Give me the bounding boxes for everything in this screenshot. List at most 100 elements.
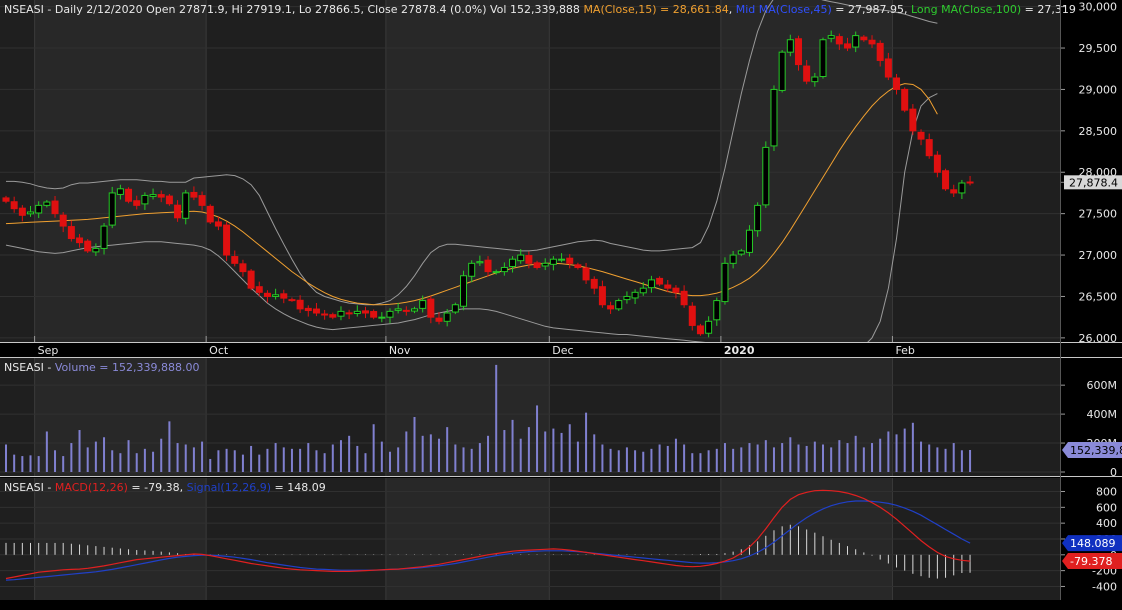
candle-body (214, 221, 222, 227)
volume-bar (960, 450, 963, 472)
candle-body (100, 225, 108, 249)
candle-body (623, 295, 631, 301)
volume-bar (511, 419, 514, 472)
candle-body (615, 300, 623, 310)
volume-bar (830, 447, 833, 472)
volume-bar (405, 431, 408, 472)
price-tick-label: 27,500 (1079, 208, 1118, 221)
month-label: Sep (38, 344, 59, 357)
volume-bar (429, 434, 432, 472)
volume-bar (732, 448, 735, 472)
volume-bar (299, 448, 302, 472)
volume-symbol: NSEASI (4, 361, 44, 374)
volume-bar (585, 412, 588, 472)
candle-body (263, 292, 271, 297)
candle-body (353, 310, 361, 315)
volume-bar (707, 450, 710, 472)
volume-last-label: 152,339,8 (1070, 444, 1122, 457)
candle-body (182, 192, 190, 219)
month-band (385, 358, 550, 476)
candle-body (607, 305, 615, 310)
candle-body (541, 262, 549, 267)
header-close: 27878.4 (401, 3, 447, 16)
candle-body (811, 76, 819, 83)
candle-body (705, 320, 713, 334)
volume-bar (184, 444, 187, 472)
volume-bar (176, 443, 179, 472)
macd-tick-label: 400 (1096, 517, 1117, 530)
candle-body (525, 255, 533, 264)
volume-bar (86, 447, 89, 472)
volume-bar (503, 430, 506, 472)
candle-body (2, 197, 10, 202)
volume-bar (45, 431, 48, 472)
macd-last-label: -79.378 (1070, 555, 1112, 568)
candle-body (778, 51, 786, 91)
candle-body (370, 311, 378, 318)
volume-bar (152, 451, 155, 472)
volume-bar (127, 440, 130, 472)
volume-bar (544, 431, 547, 472)
volume-bar (478, 443, 481, 472)
candle-body (190, 191, 198, 198)
volume-bar (266, 448, 269, 472)
candle-body (27, 211, 35, 215)
volume-bar (527, 427, 530, 472)
volume-bar (454, 444, 457, 472)
candle-body (321, 313, 329, 316)
candle-body (337, 310, 345, 317)
candle-body (394, 308, 402, 311)
candle-body (174, 204, 182, 219)
volume-bar (13, 454, 16, 472)
volume-bar (797, 444, 800, 472)
volume-bar (936, 447, 939, 472)
volume-bar (201, 441, 204, 472)
volume-bar (846, 443, 849, 472)
volume-bar (356, 445, 359, 472)
volume-bar (70, 443, 73, 472)
volume-bar (617, 450, 620, 472)
candle-body (419, 300, 427, 309)
candle-body (116, 188, 124, 195)
volume-bar (274, 443, 277, 472)
candle-body (468, 262, 476, 277)
volume-bar (421, 435, 424, 472)
candle-body (247, 270, 255, 289)
candle-body (803, 65, 811, 82)
volume-bar (683, 444, 686, 472)
header-mid-ma-label: Mid MA(Close,45) (736, 3, 832, 16)
candle-body (133, 200, 141, 206)
candle-body (819, 39, 827, 78)
volume-bar (895, 434, 898, 472)
price-tick-label: 27,000 (1079, 249, 1118, 262)
candle-body (844, 43, 852, 49)
candle-body (893, 77, 901, 90)
candle-body (492, 271, 500, 274)
candle-body (598, 286, 606, 306)
header-ma-label: MA(Close,15) (583, 3, 656, 16)
candle-body (10, 201, 18, 210)
volume-bar (380, 441, 383, 472)
candle-body (549, 258, 557, 265)
candle-body (92, 247, 100, 253)
candle-body (786, 39, 794, 53)
candle-body (51, 200, 59, 215)
macd-label: MACD(12,26) (55, 481, 128, 494)
volume-bar (634, 450, 637, 472)
volume-bar (658, 444, 661, 472)
macd-value: -79.38 (144, 481, 179, 494)
volume-bar (862, 447, 865, 472)
volume-bar (519, 438, 522, 472)
candle-body (713, 300, 721, 321)
volume-bar (903, 428, 906, 472)
header-change: (0.0%) (450, 3, 487, 16)
volume-bar (838, 440, 841, 472)
volume-bar (887, 431, 890, 472)
candle-body (108, 192, 116, 226)
volume-header: NSEASI - Volume = 152,339,888.00 (4, 361, 200, 374)
volume-bar (331, 444, 334, 472)
volume-bar (552, 428, 555, 472)
volume-bar (307, 443, 310, 472)
candle-body (754, 204, 762, 232)
volume-bar (78, 430, 81, 472)
